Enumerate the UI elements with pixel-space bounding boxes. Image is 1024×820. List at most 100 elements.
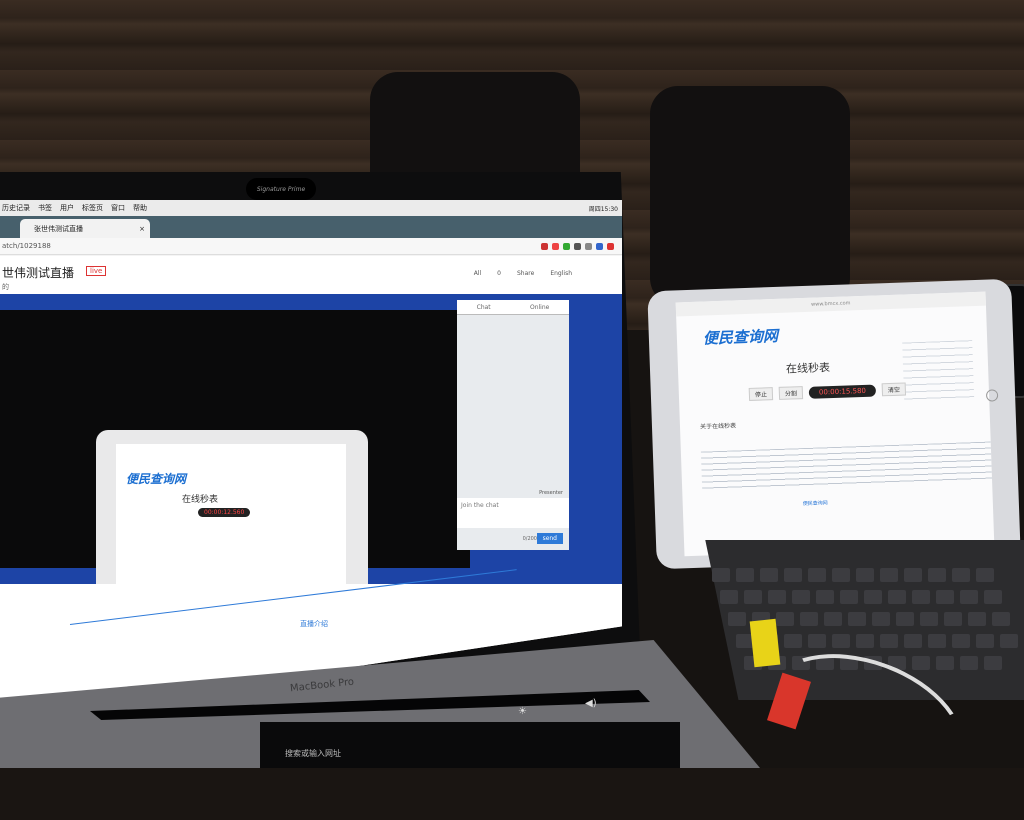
stopwatch-timer: 00:00:15.580 <box>808 384 877 399</box>
extension-icon[interactable] <box>563 242 570 250</box>
extension-icon[interactable] <box>607 242 614 250</box>
keyboard-key <box>768 590 786 604</box>
live-badge: live <box>86 266 107 276</box>
extension-icon[interactable] <box>596 242 603 250</box>
tab-title: 张世伟测试直播 <box>34 224 83 233</box>
keyboard-key <box>728 612 746 626</box>
keyboard-key <box>920 612 938 626</box>
keyboard-key <box>824 612 842 626</box>
keyboard-key <box>744 590 762 604</box>
ipad-screen: www.bmcx.com 便民查询网 在线秒表 停止 分割 00:00:15.5… <box>675 291 995 557</box>
keyboard-key <box>832 634 850 648</box>
keyboard-key <box>832 568 850 582</box>
page-subtitle: 的 <box>2 283 9 291</box>
viewer-count: 0 <box>497 270 501 277</box>
keyboard-key <box>968 612 986 626</box>
chat-panel: Chat Online Presenter Join the chat 0/20… <box>457 300 569 550</box>
ipad-url[interactable]: www.bmcx.com <box>675 291 986 317</box>
ipad-footer[interactable]: 便民查询网 <box>803 499 828 507</box>
keyboard-key <box>936 590 954 604</box>
keyboard-key <box>856 568 874 582</box>
keyboard-key <box>952 634 970 648</box>
keyboard-key <box>784 634 802 648</box>
keyboard-key <box>928 634 946 648</box>
keyboard-key <box>760 568 778 582</box>
stopwatch-controls: 停止 分割 00:00:15.580 清空 <box>748 382 907 401</box>
chat-tabs: Chat Online <box>457 300 569 315</box>
browser-tabbar: 张世伟测试直播 × <box>0 216 622 238</box>
keyboard-key <box>904 634 922 648</box>
close-icon[interactable]: × <box>139 225 145 233</box>
keyboard-key <box>880 568 898 582</box>
video-player[interactable]: 便民查询网 在线秒表 00:00:12.560 <box>0 310 470 620</box>
keyboard-keys <box>260 722 680 768</box>
about-section-title: 关于在线秒表 <box>699 422 737 431</box>
char-count: 0/200 <box>522 536 537 542</box>
stopwatch-title: 在线秒表 <box>785 361 831 376</box>
keyboard-key <box>928 568 946 582</box>
menu-history[interactable]: 历史记录 <box>2 203 30 213</box>
keyboard-key <box>880 634 898 648</box>
keyboard-key <box>952 568 970 582</box>
stop-button[interactable]: 停止 <box>748 387 774 401</box>
menu-tabs[interactable]: 标签页 <box>82 203 103 213</box>
touchbar-address-hint: 搜索或输入网址 <box>285 749 341 758</box>
extension-icon[interactable] <box>574 242 581 250</box>
video-timer: 00:00:12.560 <box>198 508 251 517</box>
page-header: 世伟测试直播 live 的 All 0 Share English <box>0 256 622 294</box>
keyboard-key <box>840 590 858 604</box>
extension-icon[interactable] <box>541 242 548 250</box>
page-title: 世伟测试直播 <box>2 266 75 280</box>
menu-bookmarks[interactable]: 书签 <box>38 203 52 213</box>
split-button[interactable]: 分割 <box>778 386 804 400</box>
extension-icon[interactable] <box>585 242 592 250</box>
keyboard-key <box>800 612 818 626</box>
live-stage: 便民查询网 在线秒表 00:00:12.560 Chat Online Pres… <box>0 294 622 620</box>
keyboard-key <box>984 590 1002 604</box>
mac-menubar: 历史记录 书签 用户 标签页 窗口 帮助 周四15:30 <box>0 200 622 216</box>
ipad-site-logo: 便民查询网 <box>702 326 779 348</box>
keyboard-key <box>888 590 906 604</box>
keyboard-key <box>784 568 802 582</box>
share-button[interactable]: Share <box>517 270 534 277</box>
menu-window[interactable]: 窗口 <box>111 203 125 213</box>
clear-button[interactable]: 清空 <box>881 382 907 397</box>
home-button[interactable] <box>985 389 999 402</box>
keyboard-key <box>808 568 826 582</box>
menu-user[interactable]: 用户 <box>60 203 74 213</box>
keyboard-key <box>872 612 890 626</box>
extension-icon[interactable] <box>552 242 559 250</box>
video-tablet-screen: 便民查询网 在线秒表 00:00:12.560 <box>116 444 346 604</box>
about-text <box>700 441 993 492</box>
tab-online[interactable]: Online <box>530 304 549 311</box>
webcam-label: Signature Prime <box>246 178 316 200</box>
tab-chat[interactable]: Chat <box>477 304 491 311</box>
cable-tag-yellow <box>749 618 781 668</box>
menu-help[interactable]: 帮助 <box>133 203 147 213</box>
touchbar-brightness-icon[interactable]: ☀ <box>518 706 527 717</box>
address-bar[interactable]: atch/1029188 <box>0 238 622 255</box>
keyboard-key <box>976 634 994 648</box>
send-button[interactable]: send <box>536 533 563 544</box>
ipad: www.bmcx.com 便民查询网 在线秒表 停止 分割 00:00:15.5… <box>647 278 1021 570</box>
keyboard-key <box>864 590 882 604</box>
keyboard-key <box>984 656 1002 670</box>
keyboard-key <box>776 612 794 626</box>
all-button[interactable]: All <box>474 270 481 277</box>
keyboard-key <box>808 634 826 648</box>
presenter-toggle[interactable]: Presenter <box>539 490 563 496</box>
keyboard-key <box>896 612 914 626</box>
language-select[interactable]: English <box>550 270 572 277</box>
touchbar-volume-icon[interactable]: ◀) <box>585 698 597 709</box>
intro-tab[interactable]: 直播介绍 <box>300 619 328 629</box>
keyboard-key <box>904 568 922 582</box>
keyboard-key <box>848 612 866 626</box>
url-text: atch/1029188 <box>2 242 51 250</box>
browser-tab[interactable]: 张世伟测试直播 × <box>20 219 150 238</box>
extension-icons <box>541 242 614 250</box>
keyboard-key <box>936 656 954 670</box>
keyboard-key <box>912 656 930 670</box>
chat-input[interactable]: Join the chat <box>457 498 569 528</box>
video-site-logo: 便民查询网 <box>126 472 187 486</box>
keyboard-key <box>1000 634 1018 648</box>
